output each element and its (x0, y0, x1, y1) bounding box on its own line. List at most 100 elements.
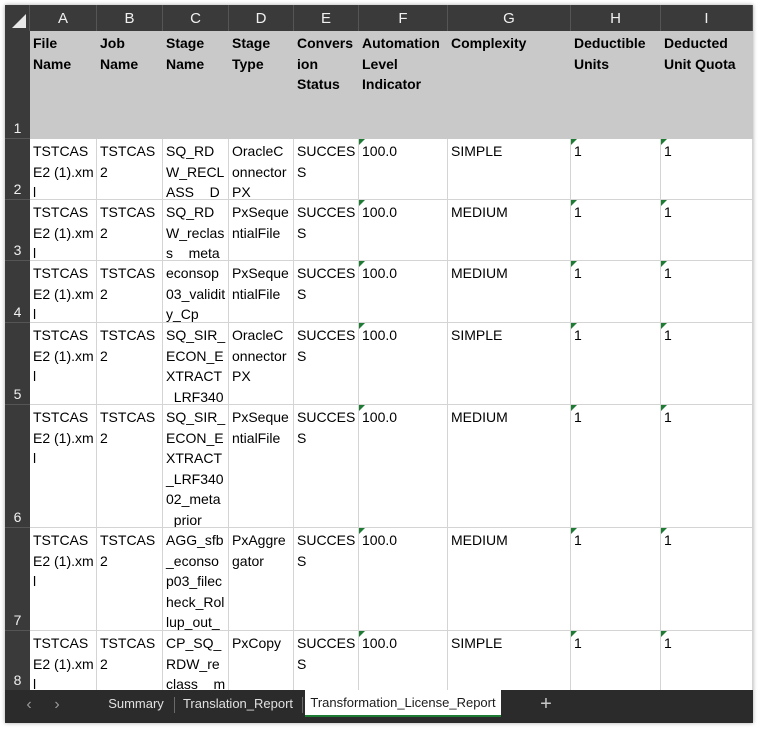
cell-d4[interactable]: PxSequentialFile (229, 261, 294, 323)
cell-a4[interactable]: TSTCASE2 (1).xml (30, 261, 97, 323)
cell-f2[interactable]: 100.0 (359, 139, 448, 200)
cell-f8[interactable]: 100.0 (359, 631, 448, 690)
cell-h7[interactable]: 1 (571, 528, 661, 631)
cell-d6[interactable]: PxSequentialFile (229, 405, 294, 528)
cell-g5[interactable]: SIMPLE (448, 323, 571, 405)
column-header-b[interactable]: B (97, 5, 163, 31)
cell-a7[interactable]: TSTCASE2 (1).xml (30, 528, 97, 631)
cell-value: TSTCAS2 (100, 143, 156, 180)
row-header-2[interactable]: 2 (5, 139, 30, 200)
select-all-corner[interactable] (5, 5, 30, 31)
sheet-tab-summary[interactable]: Summary (101, 690, 171, 717)
cell-a8[interactable]: TSTCASE2 (1).xml (30, 631, 97, 690)
cell-i5[interactable]: 1 (661, 323, 753, 405)
cell-b2[interactable]: TSTCAS2 (97, 139, 163, 200)
header-cell-e[interactable]: Conversion Status (294, 31, 359, 139)
cell-d3[interactable]: PxSequentialFile (229, 200, 294, 261)
cell-i7[interactable]: 1 (661, 528, 753, 631)
cell-c7[interactable]: AGG_sfb_econsop03_filecheck_Rollup_out_0 (163, 528, 229, 631)
column-header-i[interactable]: I (661, 5, 753, 31)
cell-f4[interactable]: 100.0 (359, 261, 448, 323)
cell-h8[interactable]: 1 (571, 631, 661, 690)
header-cell-f[interactable]: Automation Level Indicator (359, 31, 448, 139)
cell-e6[interactable]: SUCCESS (294, 405, 359, 528)
cell-d5[interactable]: OracleConnectorPX (229, 323, 294, 405)
cell-b6[interactable]: TSTCAS2 (97, 405, 163, 528)
row-header-4[interactable]: 4 (5, 261, 30, 323)
cell-a3[interactable]: TSTCASE2 (1).xml (30, 200, 97, 261)
cell-h3[interactable]: 1 (571, 200, 661, 261)
column-header-f[interactable]: F (359, 5, 448, 31)
cell-g3[interactable]: MEDIUM (448, 200, 571, 261)
cell-g8[interactable]: SIMPLE (448, 631, 571, 690)
header-cell-b[interactable]: Job Name (97, 31, 163, 139)
cell-a2[interactable]: TSTCASE2 (1).xml (30, 139, 97, 200)
cell-i3[interactable]: 1 (661, 200, 753, 261)
cell-h6[interactable]: 1 (571, 405, 661, 528)
row-header-1[interactable]: 1 (5, 31, 30, 139)
cell-e8[interactable]: SUCCESS (294, 631, 359, 690)
cell-g6[interactable]: MEDIUM (448, 405, 571, 528)
cell-g4[interactable]: MEDIUM (448, 261, 571, 323)
cell-f7[interactable]: 100.0 (359, 528, 448, 631)
column-header-c[interactable]: C (163, 5, 229, 31)
cell-d8[interactable]: PxCopy (229, 631, 294, 690)
cell-b3[interactable]: TSTCAS2 (97, 200, 163, 261)
cell-b7[interactable]: TSTCAS2 (97, 528, 163, 631)
header-cell-i[interactable]: Deducted Unit Quota (661, 31, 753, 139)
add-sheet-icon[interactable]: + (534, 693, 558, 716)
cell-a6[interactable]: TSTCASE2 (1).xml (30, 405, 97, 528)
cell-g7[interactable]: MEDIUM (448, 528, 571, 631)
cell-i4[interactable]: 1 (661, 261, 753, 323)
header-cell-h[interactable]: Deductible Units (571, 31, 661, 139)
cell-c4[interactable]: econsop03_validity_Cp (163, 261, 229, 323)
cell-e2[interactable]: SUCCESS (294, 139, 359, 200)
cell-c2[interactable]: SQ_RDW_RECLASS__DAT (163, 139, 229, 200)
cell-d2[interactable]: OracleConnectorPX (229, 139, 294, 200)
cell-e5[interactable]: SUCCESS (294, 323, 359, 405)
cell-e7[interactable]: SUCCESS (294, 528, 359, 631)
cell-e3[interactable]: SUCCESS (294, 200, 359, 261)
cell-b4[interactable]: TSTCAS2 (97, 261, 163, 323)
cell-a5[interactable]: TSTCASE2 (1).xml (30, 323, 97, 405)
cell-f5[interactable]: 100.0 (359, 323, 448, 405)
cell-f3[interactable]: 100.0 (359, 200, 448, 261)
cell-value: TSTCAS2 (100, 204, 156, 241)
sheet-tab-transformation-license-report[interactable]: Transformation_License_Report (305, 690, 501, 717)
header-cell-g[interactable]: Complexity (448, 31, 571, 139)
cell-c3[interactable]: SQ_RDW_reclass__meta (163, 200, 229, 261)
cell-h4[interactable]: 1 (571, 261, 661, 323)
cell-i8[interactable]: 1 (661, 631, 753, 690)
sheet-grid[interactable]: A B C D E F G H I 1 File Name Job Name Stage Name Sta… (5, 5, 753, 690)
row-header-7[interactable]: 7 (5, 528, 30, 631)
cell-d7[interactable]: PxAggregator (229, 528, 294, 631)
row-header-6[interactable]: 6 (5, 405, 30, 528)
cell-f6[interactable]: 100.0 (359, 405, 448, 528)
row-header-8[interactable]: 8 (5, 631, 30, 690)
cell-b8[interactable]: TSTCAS2 (97, 631, 163, 690)
prev-sheet-icon[interactable]: ‹ (19, 696, 39, 714)
sheet-tab-translation-report[interactable]: Translation_Report (177, 690, 299, 717)
row-header-5[interactable]: 5 (5, 323, 30, 405)
next-sheet-icon[interactable]: › (47, 696, 67, 714)
cell-h5[interactable]: 1 (571, 323, 661, 405)
header-cell-d[interactable]: Stage Type (229, 31, 294, 139)
cell-value: MEDIUM (451, 409, 508, 425)
row-header-3[interactable]: 3 (5, 200, 30, 261)
column-header-h[interactable]: H (571, 5, 661, 31)
column-header-e[interactable]: E (294, 5, 359, 31)
cell-c6[interactable]: SQ_SIR_ECON_EXTRACT_LRF34002_meta_prior (163, 405, 229, 528)
header-cell-c[interactable]: Stage Name (163, 31, 229, 139)
cell-i2[interactable]: 1 (661, 139, 753, 200)
header-cell-a[interactable]: File Name (30, 31, 97, 139)
column-header-d[interactable]: D (229, 5, 294, 31)
cell-c5[interactable]: SQ_SIR_ECON_EXTRACT_LRF34002_ (163, 323, 229, 405)
column-header-a[interactable]: A (30, 5, 97, 31)
cell-b5[interactable]: TSTCAS2 (97, 323, 163, 405)
cell-h2[interactable]: 1 (571, 139, 661, 200)
column-header-g[interactable]: G (448, 5, 571, 31)
cell-g2[interactable]: SIMPLE (448, 139, 571, 200)
cell-i6[interactable]: 1 (661, 405, 753, 528)
cell-e4[interactable]: SUCCESS (294, 261, 359, 323)
cell-c8[interactable]: CP_SQ_RDW_reclass__meta (163, 631, 229, 690)
